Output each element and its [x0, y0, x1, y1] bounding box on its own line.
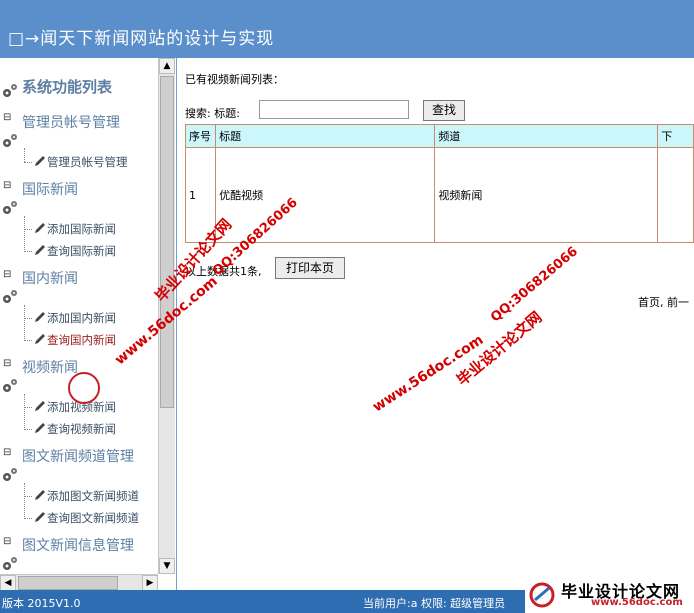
table-header-row: 序号 标题 频道 下 — [184, 124, 694, 148]
sidebar-group-international-news[interactable]: 国际新闻 — [22, 179, 78, 199]
search-label: 搜索: 标题: — [185, 107, 240, 120]
sidebar-group-video-news[interactable]: 视频新闻 — [22, 357, 78, 377]
pencil-icon — [35, 423, 45, 433]
sidebar-item-query-domestic-news[interactable]: 查询国内新闻 — [33, 332, 116, 348]
find-button[interactable]: 查找 — [423, 100, 465, 121]
app-title: □→闻天下新闻网站的设计与实现 — [8, 29, 275, 49]
system-function-list-title: 系统功能列表 — [22, 78, 113, 96]
column-header-title: 标题 — [215, 124, 436, 148]
pencil-icon — [35, 512, 45, 522]
scroll-thumb[interactable] — [18, 576, 118, 590]
sidebar-item-add-international-news[interactable]: 添加国际新闻 — [33, 221, 116, 237]
pencil-icon — [35, 401, 45, 411]
sidebar-group-admin-account[interactable]: 管理员帐号管理 — [22, 112, 120, 132]
tree-expand-icon[interactable]: ⊟ — [3, 269, 12, 280]
tree-expand-icon[interactable]: ⊟ — [3, 112, 12, 123]
sidebar-group-image-news-info[interactable]: 图文新闻信息管理 — [22, 535, 134, 555]
tree-expand-icon[interactable]: ⊟ — [3, 180, 12, 191]
badge-site-text: www.56doc.com — [591, 597, 683, 608]
pencil-icon — [35, 223, 45, 233]
main-content: 已有视频新闻列表： 搜索: 标题: 查找 序号 标题 频道 下 1 优酷视频 视… — [177, 58, 694, 590]
current-user-text: 当前用户:a 权限: 超级管理员 — [363, 597, 506, 610]
gear-icon — [3, 557, 17, 570]
cell-more — [657, 147, 694, 243]
gear-icon — [3, 201, 17, 214]
column-header-index: 序号 — [184, 124, 217, 148]
pencil-icon — [35, 334, 45, 344]
sidebar-horizontal-scrollbar[interactable]: ◀ ▶ — [0, 574, 158, 591]
gear-icon — [3, 134, 17, 147]
sidebar-item-add-image-news-channel[interactable]: 添加图文新闻频道 — [33, 488, 139, 504]
sidebar-item-add-domestic-news[interactable]: 添加国内新闻 — [33, 310, 116, 326]
annotation-circle — [68, 372, 100, 404]
site-badge: 毕业设计论文网 www.56doc.com — [525, 576, 694, 613]
app-header: □→闻天下新闻网站的设计与实现 — [0, 0, 694, 58]
sidebar-item-query-image-news-channel[interactable]: 查询图文新闻频道 — [33, 510, 139, 526]
tree-expand-icon[interactable]: ⊟ — [3, 536, 12, 547]
tree-expand-icon[interactable]: ⊟ — [3, 447, 12, 458]
cell-title: 优酷视频 — [215, 147, 436, 243]
pagination[interactable]: 首页, 前一 — [638, 294, 689, 310]
version-text: 版本 2015V1.0 — [2, 597, 81, 610]
gear-icon — [3, 379, 17, 392]
page-title: 已有视频新闻列表： — [185, 73, 284, 86]
scroll-thumb[interactable] — [160, 76, 174, 408]
gear-icon — [3, 468, 17, 481]
column-header-more: 下 — [657, 124, 694, 148]
scroll-down-arrow-icon[interactable]: ▼ — [159, 558, 175, 574]
sidebar-group-domestic-news[interactable]: 国内新闻 — [22, 268, 78, 288]
sidebar-item-admin-account[interactable]: 管理员帐号管理 — [33, 154, 128, 170]
badge-logo-icon — [529, 582, 555, 608]
sidebar-item-query-international-news[interactable]: 查询国际新闻 — [33, 243, 116, 259]
cell-channel: 视频新闻 — [434, 147, 659, 243]
pencil-icon — [35, 156, 45, 166]
gear-icon — [3, 290, 17, 303]
sidebar-group-image-news-channel[interactable]: 图文新闻频道管理 — [22, 446, 134, 466]
scroll-up-arrow-icon[interactable]: ▲ — [159, 58, 175, 74]
pencil-icon — [35, 245, 45, 255]
pencil-icon — [35, 312, 45, 322]
tree-expand-icon[interactable]: ⊟ — [3, 358, 12, 369]
sidebar-item-query-video-news[interactable]: 查询视频新闻 — [33, 421, 116, 437]
search-title-input[interactable] — [259, 100, 409, 119]
pencil-icon — [35, 490, 45, 500]
gear-icon — [3, 84, 17, 97]
scroll-left-arrow-icon[interactable]: ◀ — [0, 575, 16, 591]
scroll-right-arrow-icon[interactable]: ▶ — [142, 575, 158, 591]
column-header-channel: 频道 — [434, 124, 659, 148]
print-page-button[interactable]: 打印本页 — [275, 257, 345, 279]
